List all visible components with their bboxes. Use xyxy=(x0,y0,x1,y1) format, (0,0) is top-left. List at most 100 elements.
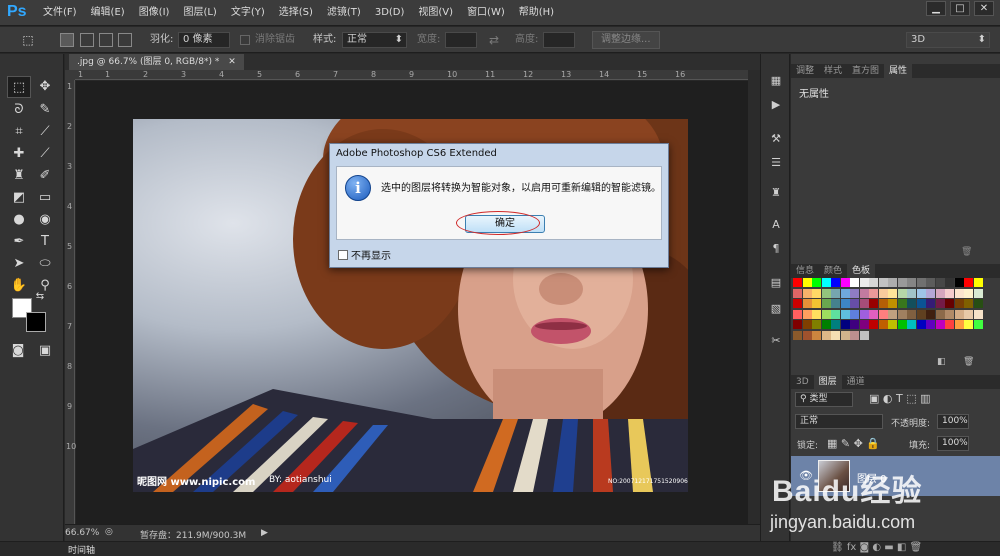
status-menu-arrow-icon[interactable]: ▶ xyxy=(261,528,268,538)
color-swatch[interactable] xyxy=(802,309,812,319)
color-swatch[interactable] xyxy=(973,299,983,308)
color-swatch[interactable] xyxy=(954,278,964,287)
antialias-checkbox[interactable] xyxy=(240,35,250,45)
tool-presets-icon[interactable]: ✂ xyxy=(767,332,785,350)
color-swatch[interactable] xyxy=(840,309,850,319)
menu-window[interactable]: 窗口(W) xyxy=(460,0,512,26)
background-color-swatch[interactable] xyxy=(26,312,46,332)
character-panel-icon[interactable]: A xyxy=(767,216,785,234)
color-swatch[interactable] xyxy=(840,320,850,329)
color-swatch[interactable] xyxy=(926,299,935,308)
layer-filter-icons[interactable]: ▣ ◐ T ⬚ ▥ xyxy=(869,392,930,405)
path-selection-tool-icon[interactable]: ➤ xyxy=(7,253,31,275)
color-swatch[interactable] xyxy=(916,299,926,308)
color-swatch[interactable] xyxy=(926,288,935,298)
color-swatch[interactable] xyxy=(926,278,935,287)
color-swatch[interactable] xyxy=(859,288,869,298)
color-swatch[interactable] xyxy=(850,309,859,319)
color-swatch[interactable] xyxy=(821,278,831,287)
color-swatch[interactable] xyxy=(812,330,821,340)
color-swatch[interactable] xyxy=(878,299,888,308)
color-swatch[interactable] xyxy=(821,309,831,319)
color-swatch[interactable] xyxy=(850,278,859,287)
color-swatch[interactable] xyxy=(821,320,831,329)
brush-tool-icon[interactable]: ⟋ xyxy=(33,143,57,165)
eraser-tool-icon[interactable]: ◩ xyxy=(7,187,31,209)
menu-edit[interactable]: 编辑(E) xyxy=(84,0,132,26)
color-swatch[interactable] xyxy=(850,288,859,298)
color-swatch[interactable] xyxy=(869,299,878,308)
color-swatch[interactable] xyxy=(945,309,954,319)
clone-source-icon[interactable]: ♜ xyxy=(767,184,785,202)
color-swatch[interactable] xyxy=(945,320,954,329)
color-swatch[interactable] xyxy=(878,320,888,329)
color-swatch[interactable] xyxy=(840,330,850,340)
color-swatch[interactable] xyxy=(973,320,983,329)
color-swatch[interactable] xyxy=(869,288,878,298)
color-swatch[interactable] xyxy=(935,309,945,319)
color-swatch[interactable] xyxy=(878,278,888,287)
crop-tool-icon[interactable]: ⌗ xyxy=(7,121,31,143)
color-swatch[interactable] xyxy=(859,320,869,329)
tab-info[interactable]: 信息 xyxy=(791,264,819,278)
history-panel-icon[interactable]: ▦ xyxy=(767,72,785,90)
color-swatch[interactable] xyxy=(964,278,973,287)
brush-panel-icon[interactable]: ⚒ xyxy=(767,130,785,148)
rectangular-marquee-tool-icon[interactable]: ⬚ xyxy=(7,76,31,98)
menu-layer[interactable]: 图层(L) xyxy=(176,0,223,26)
color-swatch[interactable] xyxy=(945,278,954,287)
menu-select[interactable]: 选择(S) xyxy=(272,0,320,26)
document-tab[interactable]: .jpg @ 66.7% (图层 0, RGB/8*) * ✕ xyxy=(69,54,244,70)
workspace-select[interactable]: 3D ⬍ xyxy=(906,32,990,48)
menu-image[interactable]: 图像(I) xyxy=(132,0,177,26)
lock-icons[interactable]: ▦ ✎ ✥ 🔒 xyxy=(827,437,880,450)
lasso-tool-icon[interactable]: ᘐ xyxy=(7,99,31,121)
layer-footer-icons[interactable]: ⛓ fx ◙ ◐ ▬ ◧ 🗑 xyxy=(831,542,922,553)
width-input[interactable] xyxy=(445,32,477,48)
style-select[interactable]: 正常 ⬍ xyxy=(342,32,407,48)
new-selection-icon[interactable] xyxy=(60,33,74,47)
color-swatch[interactable] xyxy=(850,330,859,340)
fill-input[interactable]: 100% xyxy=(937,436,969,451)
color-swatch[interactable] xyxy=(793,320,802,329)
color-swatch[interactable] xyxy=(812,320,821,329)
quick-mask-icon[interactable]: ◙ xyxy=(6,340,30,362)
tab-channels[interactable]: 通道 xyxy=(842,375,870,389)
color-swatch[interactable] xyxy=(907,278,916,287)
actions-play-icon[interactable]: ▶ xyxy=(767,96,785,114)
color-swatch[interactable] xyxy=(793,309,802,319)
tab-swatches[interactable]: 色板 xyxy=(847,264,876,278)
color-swatch[interactable] xyxy=(945,288,954,298)
color-swatch[interactable] xyxy=(840,299,850,308)
layer-comps-icon[interactable]: ▧ xyxy=(767,300,785,318)
color-swatch[interactable] xyxy=(793,288,802,298)
color-swatch[interactable] xyxy=(907,309,916,319)
color-swatch[interactable] xyxy=(888,278,897,287)
color-swatch[interactable] xyxy=(878,288,888,298)
color-swatch[interactable] xyxy=(802,320,812,329)
color-swatch[interactable] xyxy=(973,278,983,287)
color-swatch[interactable] xyxy=(954,320,964,329)
color-swatch[interactable] xyxy=(916,309,926,319)
clone-stamp-tool-icon[interactable]: ♜ xyxy=(7,165,31,187)
color-swatch[interactable] xyxy=(831,278,840,287)
color-swatch[interactable] xyxy=(926,309,935,319)
color-swatch[interactable] xyxy=(888,288,897,298)
color-swatch[interactable] xyxy=(964,288,973,298)
color-swatch[interactable] xyxy=(831,299,840,308)
swap-colors-icon[interactable]: ⇆ xyxy=(33,290,47,304)
new-swatch-icon[interactable]: ◧ xyxy=(937,357,946,367)
close-button[interactable]: ✕ xyxy=(974,1,994,16)
swap-dimensions-icon[interactable]: ⇄ xyxy=(489,27,499,53)
color-swatch[interactable] xyxy=(926,320,935,329)
color-swatch[interactable] xyxy=(897,278,907,287)
color-swatch[interactable] xyxy=(859,299,869,308)
color-swatch[interactable] xyxy=(935,278,945,287)
color-swatch[interactable] xyxy=(916,320,926,329)
dont-show-again[interactable]: 不再显示 xyxy=(338,247,391,262)
subtract-selection-icon[interactable] xyxy=(99,33,113,47)
move-tool-icon[interactable]: ✥ xyxy=(33,76,57,98)
paragraph-panel-icon[interactable]: ¶ xyxy=(767,240,785,258)
color-swatch[interactable] xyxy=(802,288,812,298)
color-swatch[interactable] xyxy=(935,320,945,329)
